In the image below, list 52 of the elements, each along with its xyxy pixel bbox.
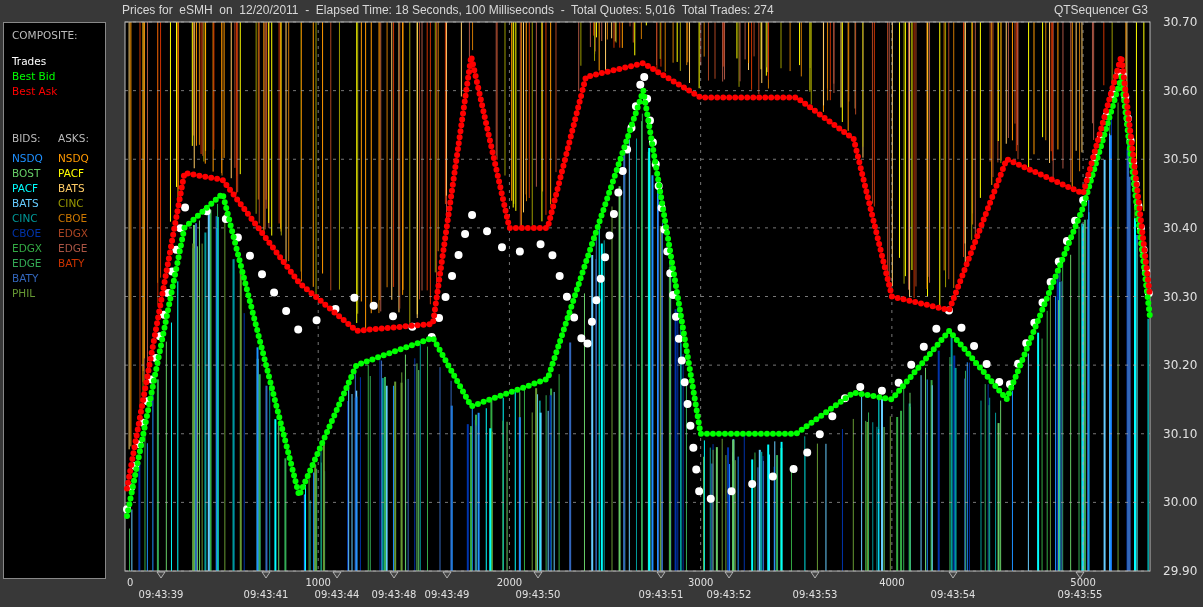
legend-label: PACF — [58, 165, 86, 181]
y-axis-label: 29.90 — [1163, 564, 1198, 578]
x-axis-label: 5000 — [1070, 577, 1096, 588]
legend-label: BATY — [12, 270, 40, 286]
time-label: 09:43:54 — [930, 589, 976, 600]
legend-label: Best Bid — [12, 68, 57, 84]
y-axis-label: 30.00 — [1163, 495, 1198, 510]
time-label: 09:43:49 — [424, 589, 470, 600]
legend-label: CBOE — [58, 210, 89, 226]
legend-label: BATS — [12, 195, 40, 211]
legend-label: EDGE — [58, 240, 89, 256]
legend-label: Best Ask — [12, 83, 59, 99]
y-axis-label: 30.20 — [1163, 358, 1198, 373]
y-axis-label: 30.50 — [1163, 152, 1198, 167]
legend-label: CBOE — [12, 225, 43, 241]
x-axis-label: 4000 — [879, 577, 905, 588]
y-axis-label: 30.10 — [1163, 426, 1198, 441]
legend-label: BATS — [58, 180, 86, 196]
time-label: 09:43:41 — [243, 589, 289, 600]
time-label: 09:43:39 — [138, 589, 184, 600]
legend-label: EDGX — [58, 225, 89, 241]
legend-label: CINC — [12, 210, 39, 226]
time-label: 09:43:51 — [638, 589, 684, 600]
y-axis-label: 30.60 — [1163, 83, 1198, 98]
chart-title: Prices for eSMH on 12/20/2011 - Elapsed Time: 18 Seconds, 100 Milliseconds - Total Quotes: 5,016 Total Trades: 274 — [122, 2, 774, 19]
legend-heading: COMPOSITE: — [12, 28, 79, 43]
x-axis-label: 0 — [127, 577, 134, 588]
legend-label: CINC — [58, 195, 85, 211]
legend-label: EDGE — [12, 255, 43, 271]
legend-label: EDGX — [12, 240, 44, 256]
legend-label: Trades — [12, 53, 48, 69]
y-axis-label: 30.40 — [1163, 220, 1198, 235]
time-label: 09:43:52 — [706, 589, 752, 600]
time-label: 09:43:48 — [371, 589, 417, 600]
app-name: QTSequencer G3 — [1053, 2, 1148, 19]
legend-label: PHIL — [12, 285, 37, 301]
x-axis-label: 3000 — [687, 577, 714, 588]
legend-heading: ASKS: — [58, 130, 89, 146]
legend-label: BOST — [12, 165, 42, 181]
y-axis-label: 30.30 — [1163, 289, 1198, 304]
legend-label: NSDQ — [12, 150, 44, 166]
time-label: 09:43:44 — [314, 589, 360, 600]
legend-label: NSDQ — [58, 150, 89, 166]
time-label: 09:43:50 — [515, 589, 561, 600]
y-axis-label: 30.70 — [1163, 15, 1198, 29]
legend-label: BATY — [58, 255, 86, 271]
time-label: 09:43:55 — [1057, 589, 1103, 600]
x-axis-label: 1000 — [305, 577, 331, 588]
legend-label: PACF — [12, 180, 40, 196]
legend-heading: BIDS: — [12, 130, 42, 146]
time-label: 09:43:53 — [792, 589, 838, 600]
x-axis-label: 2000 — [496, 577, 523, 588]
